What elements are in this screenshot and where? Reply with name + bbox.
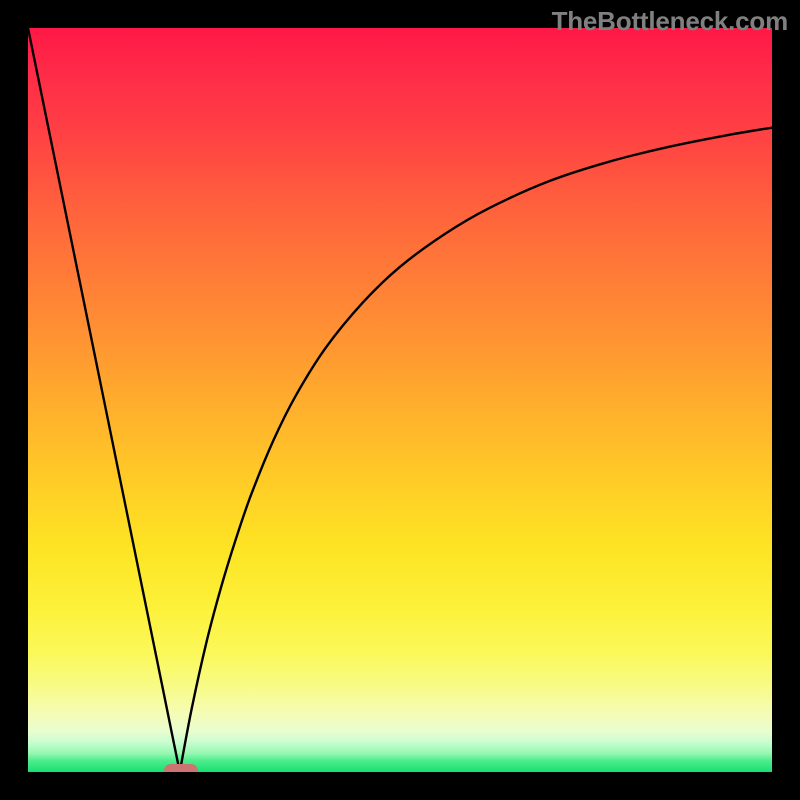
minimum-marker bbox=[164, 764, 198, 773]
curve-svg bbox=[28, 28, 772, 772]
chart-frame: TheBottleneck.com bbox=[0, 0, 800, 800]
watermark-label: TheBottleneck.com bbox=[552, 6, 788, 37]
plot-area bbox=[28, 28, 772, 772]
bottleneck-curve bbox=[28, 28, 772, 772]
